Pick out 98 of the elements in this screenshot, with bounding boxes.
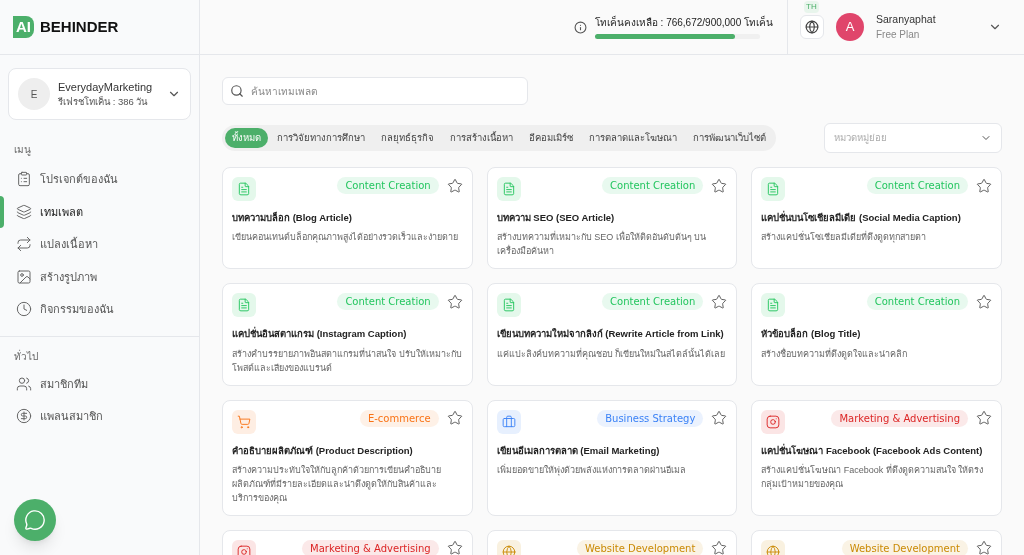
card-description: สร้างชื่อบทความที่ดึงดูดใจและน่าคลิก — [761, 347, 909, 361]
users-icon — [16, 375, 32, 392]
sidebar-item[interactable]: แพลนสมาชิก — [0, 400, 199, 433]
category-tag: Website Development — [841, 539, 968, 555]
category-tag: Website Development — [576, 539, 704, 555]
card-title: หัวข้อบล็อก (Blog Title) — [761, 327, 862, 342]
card-title: บทความ SEO (SEO Article) — [496, 211, 616, 225]
category-tab[interactable]: อีคอมเมิร์ซ — [522, 127, 580, 149]
star-icon[interactable] — [711, 410, 728, 426]
star-icon[interactable] — [446, 177, 463, 194]
card-title: เขียนอีเมลการตลาด (Email Marketing) — [496, 443, 661, 458]
sidebar-item[interactable]: กิจกรรมของฉัน — [0, 293, 199, 326]
dollar-icon — [16, 408, 32, 425]
card-description: สร้างแคปชั่นโฆษณา Facebook ที่ดึงดูดความสนใจ ให้ตรงกลุ่มเป้าหมายของคุณ — [761, 463, 985, 491]
card-description: เพิ่มยอดขายให้พุ่งด้วยพลังแห่งการตลาดผ่านอีเมล — [496, 463, 687, 477]
template-card[interactable]: Content Creation หัวข้อบล็อก (Blog Title) สร้างชื่อบทความที่ดึงดูดใจและน่าคลิก — [751, 283, 1002, 386]
category-tab[interactable]: การสร้างเนื้อหา — [443, 127, 520, 149]
star-icon[interactable] — [711, 293, 728, 310]
template-card[interactable]: E-commerce คำอธิบายผลิตภัณฑ์ (Product Description) สร้างความประทับใจให้กับลูกค้าด้วยการเขียนคำอธิบายผลิตภัณฑ์ที่มีรายละเอียดและน่าดึงดูดให้กับสินค้าและบริการของคุณ — [222, 399, 473, 516]
star-icon[interactable] — [976, 410, 992, 426]
document-icon — [232, 177, 256, 201]
sidebar-item[interactable]: สมาชิกทีม — [0, 367, 199, 400]
workspace-selector[interactable]: E EverydayMarketing รีเฟรชโทเค็น : 386 วัน — [8, 68, 191, 120]
briefcase-icon — [496, 409, 521, 434]
sidebar-item[interactable]: โปรเจกต์ของฉัน — [0, 163, 199, 196]
document-icon — [232, 293, 256, 318]
category-tag: Content Creation — [337, 293, 439, 311]
clipboard-icon — [16, 171, 32, 188]
star-icon[interactable] — [446, 410, 463, 426]
card-title: แคปชั่นอินสตาแกรม (Instagram Caption) — [232, 327, 408, 342]
card-title: เขียนบทความใหม่จากลิงก์ (Rewrite Article from Link) — [496, 327, 725, 342]
section-heading: ทั่วไป — [13, 348, 39, 364]
category-tag: Marketing & Advertising — [302, 539, 439, 555]
template-card[interactable]: Content Creation บทความบล็อก (Blog Article) เขียนคอนเทนต์บล็อกคุณภาพสูงได้อย่างรวดเร็วและง่ายดาย — [222, 167, 473, 270]
star-icon[interactable] — [976, 293, 992, 310]
category-tab[interactable]: การพัฒนาเว็บไซต์ — [686, 127, 773, 149]
star-icon[interactable] — [446, 540, 463, 555]
document-icon — [496, 293, 521, 318]
category-tab[interactable]: กลยุทธ์ธุรกิจ — [374, 127, 441, 149]
sidebar-item[interactable]: สร้างรูปภาพ — [0, 260, 199, 293]
category-tag: Content Creation — [337, 177, 439, 194]
card-title: คำอธิบายผลิตภัณฑ์ (Product Description) — [232, 443, 414, 458]
card-description: แค่แปะลิงค์บทความที่คุณชอบ ก็เขียนใหม่ในสไตล์นั้นได้เลย — [496, 347, 727, 361]
card-description: เขียนคอนเทนต์บล็อกคุณภาพสูงได้อย่างรวดเร็วและง่ายดาย — [232, 230, 459, 245]
star-icon[interactable] — [711, 177, 728, 194]
star-icon[interactable] — [976, 540, 992, 555]
section-heading: เมนู — [13, 143, 32, 157]
template-card[interactable]: Content Creation เขียนบทความใหม่จากลิงก์ (Rewrite Article from Link) แค่แปะลิงค์บทความที่คุณชอบ ก็เขียนใหม่ในสไตล์นั้นได้เลย — [486, 283, 738, 386]
category-tag: Marketing & Advertising — [831, 409, 968, 427]
template-card[interactable]: Marketing & Advertising — [222, 529, 473, 555]
category-tab[interactable]: การตลาดและโฆษณา — [582, 127, 684, 149]
star-icon[interactable] — [446, 293, 463, 310]
image-icon — [16, 268, 32, 285]
workspace-avatar: E — [18, 78, 50, 110]
sidebar-item[interactable]: เทมเพลต — [0, 195, 199, 228]
category-tag: Business Strategy — [597, 409, 704, 427]
star-icon[interactable] — [976, 177, 992, 194]
info-icon — [573, 20, 587, 34]
template-card[interactable]: Business Strategy เขียนอีเมลการตลาด (Email Marketing) เพิ่มยอดขายให้พุ่งด้วยพลังแห่งการตลาดผ่านอีเมล — [486, 399, 738, 516]
card-title: บทความบล็อก (Blog Article) — [232, 211, 353, 225]
token-balance: โทเค็นคงเหลือ : 766,672/900,000 โทเค็น — [594, 15, 773, 30]
card-title: แคปชั่นโฆษณา Facebook (Facebook Ads Content) — [761, 443, 984, 458]
chat-button[interactable] — [14, 499, 56, 541]
template-card[interactable]: Content Creation แคปชั่นบนโซเชียลมีเดีย (Social Media Caption) สร้างแคปชั่นโซเชียลมีเดียที่ดึงดูดทุกสายตา — [751, 167, 1002, 270]
logo-mark: AI — [13, 15, 34, 39]
card-description: สร้างคำบรรยายภาพอินสตาแกรมที่น่าสนใจ ปรับให้เหมาะกับโพสต์และเสียงของแบรนด์ — [232, 347, 463, 375]
category-tag: Content Creation — [602, 293, 704, 311]
language-badge: TH — [804, 1, 819, 13]
category-tag: E-commerce — [359, 409, 439, 427]
search-field[interactable]: ค้นหาเทมเพลต — [222, 77, 528, 105]
template-card[interactable]: Marketing & Advertising แคปชั่นโฆษณา Facebook (Facebook Ads Content) สร้างแคปชั่นโฆษณา Facebook ที่ดึงดูดความสนใจ ให้ตรงกลุ่มเป้าหมายของคุณ — [751, 399, 1002, 516]
user-avatar: A — [836, 13, 864, 41]
category-tab[interactable]: การวิจัยทางการศึกษา — [270, 127, 372, 149]
template-card[interactable]: Content Creation บทความ SEO (SEO Article) สร้างบทความที่เหมาะกับ SEO เพื่อให้ติดอันดับต้นๆ บนเครื่องมือค้นหา — [486, 167, 738, 270]
document-icon — [496, 177, 521, 201]
card-description: สร้างความประทับใจให้กับลูกค้าด้วยการเขียนคำอธิบายผลิตภัณฑ์ที่มีรายละเอียดและน่าดึงดูดให้กับสินค้าและบริการของคุณ — [232, 463, 442, 505]
user-name: Saranyaphat — [876, 11, 937, 27]
category-tag: Content Creation — [602, 177, 704, 194]
document-icon — [761, 177, 786, 201]
clock-icon — [16, 301, 32, 318]
template-card[interactable]: Content Creation แคปชั่นอินสตาแกรม (Instagram Caption) สร้างคำบรรยายภาพอินสตาแกรมที่น่าสนใจ ปรับให้เหมาะกับโพสต์และเสียงของแบรนด์ — [222, 283, 473, 386]
card-description: สร้างแคปชั่นโซเชียลมีเดียที่ดึงดูดทุกสายตา — [761, 230, 928, 245]
category-tag: Content Creation — [866, 177, 968, 194]
globe-icon — [805, 20, 819, 34]
logo-text: BEHINDER — [40, 16, 119, 37]
star-icon[interactable] — [711, 540, 728, 555]
document-icon — [761, 293, 786, 318]
token-refresh: รีเฟรชโทเค็น : 386 วัน — [58, 95, 149, 110]
chat-icon — [24, 509, 46, 531]
search-icon — [230, 84, 244, 98]
category-tag: Content Creation — [866, 293, 968, 311]
cart-icon — [232, 409, 256, 434]
card-description: สร้างบทความที่เหมาะกับ SEO เพื่อให้ติดอันดับต้นๆ บนเครื่องมือค้นหา — [496, 230, 708, 259]
language-button[interactable] — [800, 15, 824, 39]
card-title: แคปชั่นบนโซเชียลมีเดีย (Social Media Caption) — [761, 211, 962, 225]
user-plan: Free Plan — [876, 28, 921, 43]
sidebar-item[interactable]: แปลงเนื้อหา — [0, 228, 199, 261]
workspace-name: EverydayMarketing — [58, 79, 154, 95]
